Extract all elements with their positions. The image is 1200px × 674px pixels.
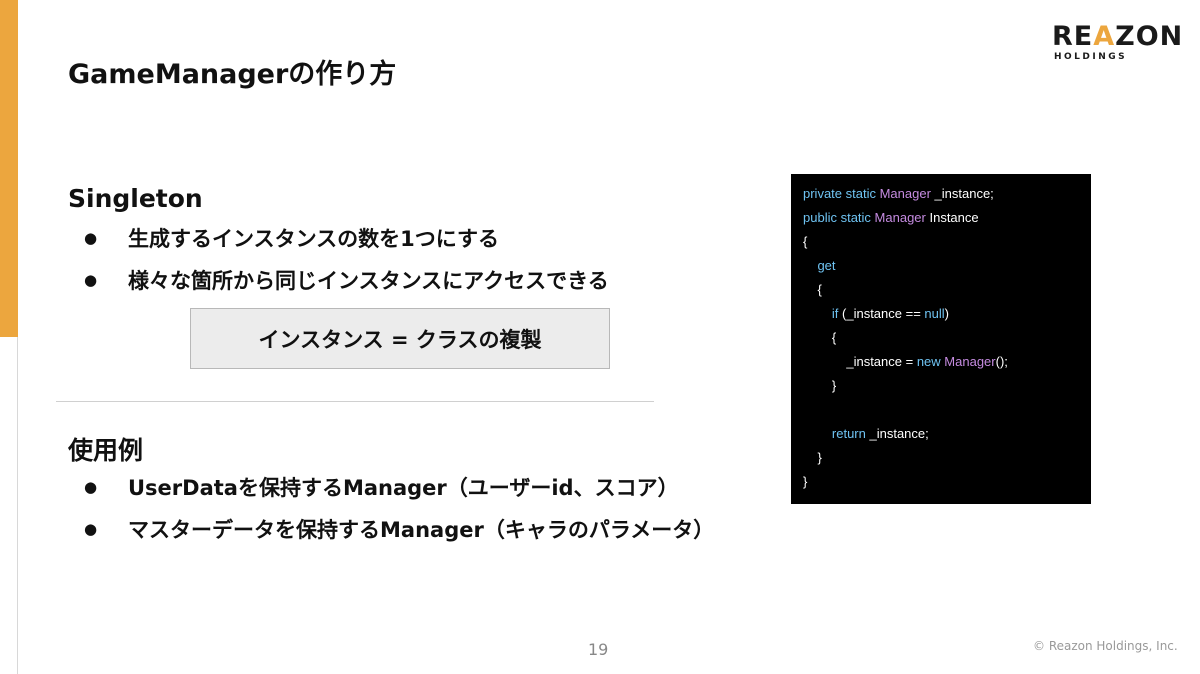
code-token: } xyxy=(803,474,808,489)
list-item: ● 生成するインスタンスの数を1つにする xyxy=(84,217,609,259)
list-item: ● 様々な箇所から同じインスタンスにアクセスできる xyxy=(84,259,609,301)
slide-title: GameManagerの作り方 xyxy=(68,59,397,90)
code-token: return xyxy=(831,426,866,441)
definition-box: インスタンス = クラスの複製 xyxy=(190,308,610,369)
code-snippet-panel: private static Manager _instance;public … xyxy=(791,174,1091,504)
code-token: Manager xyxy=(944,354,996,369)
logo-subtext: HOLDINGS xyxy=(1054,52,1128,62)
code-token: { xyxy=(803,234,808,249)
code-line: } xyxy=(803,474,807,490)
code-line: get xyxy=(803,258,836,274)
list-item: ● マスターデータを保持するManager（キャラのパラメータ） xyxy=(84,508,714,550)
code-line: if (_instance == null) xyxy=(803,306,949,322)
code-token: ) xyxy=(944,306,949,321)
code-line: { xyxy=(803,330,836,346)
code-line: public static Manager Instance xyxy=(803,210,979,226)
logo-wordmark: REAZON xyxy=(1052,21,1184,52)
code-line: _instance = new Manager(); xyxy=(803,354,1008,370)
code-token: Manager xyxy=(879,186,931,201)
slide: GameManagerの作り方 REAZON HOLDINGS Singleto… xyxy=(0,0,1200,674)
code-token: private static xyxy=(803,186,880,201)
code-token: } xyxy=(803,378,837,393)
accent-bar xyxy=(0,0,18,337)
reazon-holdings-logo: REAZON HOLDINGS xyxy=(1052,21,1184,64)
code-token: (_instance == xyxy=(838,306,925,321)
singleton-heading: Singleton xyxy=(68,184,203,213)
code-token: public static xyxy=(803,210,875,225)
list-item: ● UserDataを保持するManager（ユーザーid、スコア） xyxy=(84,466,714,508)
bullet-icon: ● xyxy=(84,271,98,289)
section-divider xyxy=(56,401,654,402)
bullet-icon: ● xyxy=(84,229,98,247)
code-line: } xyxy=(803,450,822,466)
code-line: return _instance; xyxy=(803,426,929,442)
code-line: private static Manager _instance; xyxy=(803,186,994,202)
singleton-bullet-list: ● 生成するインスタンスの数を1つにする ● 様々な箇所から同じインスタンスにア… xyxy=(84,217,609,301)
copyright-notice: © Reazon Holdings, Inc. xyxy=(1033,639,1178,653)
bullet-text: 様々な箇所から同じインスタンスにアクセスできる xyxy=(128,269,609,293)
code-line: { xyxy=(803,282,822,298)
code-line: } xyxy=(803,378,836,394)
code-token: Instance xyxy=(925,210,979,225)
bullet-icon: ● xyxy=(84,478,98,496)
code-token: null xyxy=(924,306,945,321)
code-token: _instance; xyxy=(865,426,929,441)
code-token: new xyxy=(916,354,941,369)
code-token: get xyxy=(817,258,836,273)
code-token: { xyxy=(803,330,837,345)
usage-heading: 使用例 xyxy=(68,436,144,465)
bullet-text: 生成するインスタンスの数を1つにする xyxy=(128,227,499,251)
code-token: { xyxy=(803,282,822,297)
usage-bullet-list: ● UserDataを保持するManager（ユーザーid、スコア） ● マスタ… xyxy=(84,466,714,550)
code-token: Manager xyxy=(874,210,926,225)
bullet-icon: ● xyxy=(84,520,98,538)
code-token: (); xyxy=(995,354,1008,369)
code-token: } xyxy=(803,450,822,465)
bullet-text: マスターデータを保持するManager（キャラのパラメータ） xyxy=(128,518,715,542)
code-token: _instance = xyxy=(803,354,917,369)
code-token: _instance; xyxy=(930,186,994,201)
bullet-text: UserDataを保持するManager（ユーザーid、スコア） xyxy=(128,476,679,500)
page-number: 19 xyxy=(588,640,609,659)
code-line: { xyxy=(803,234,807,250)
